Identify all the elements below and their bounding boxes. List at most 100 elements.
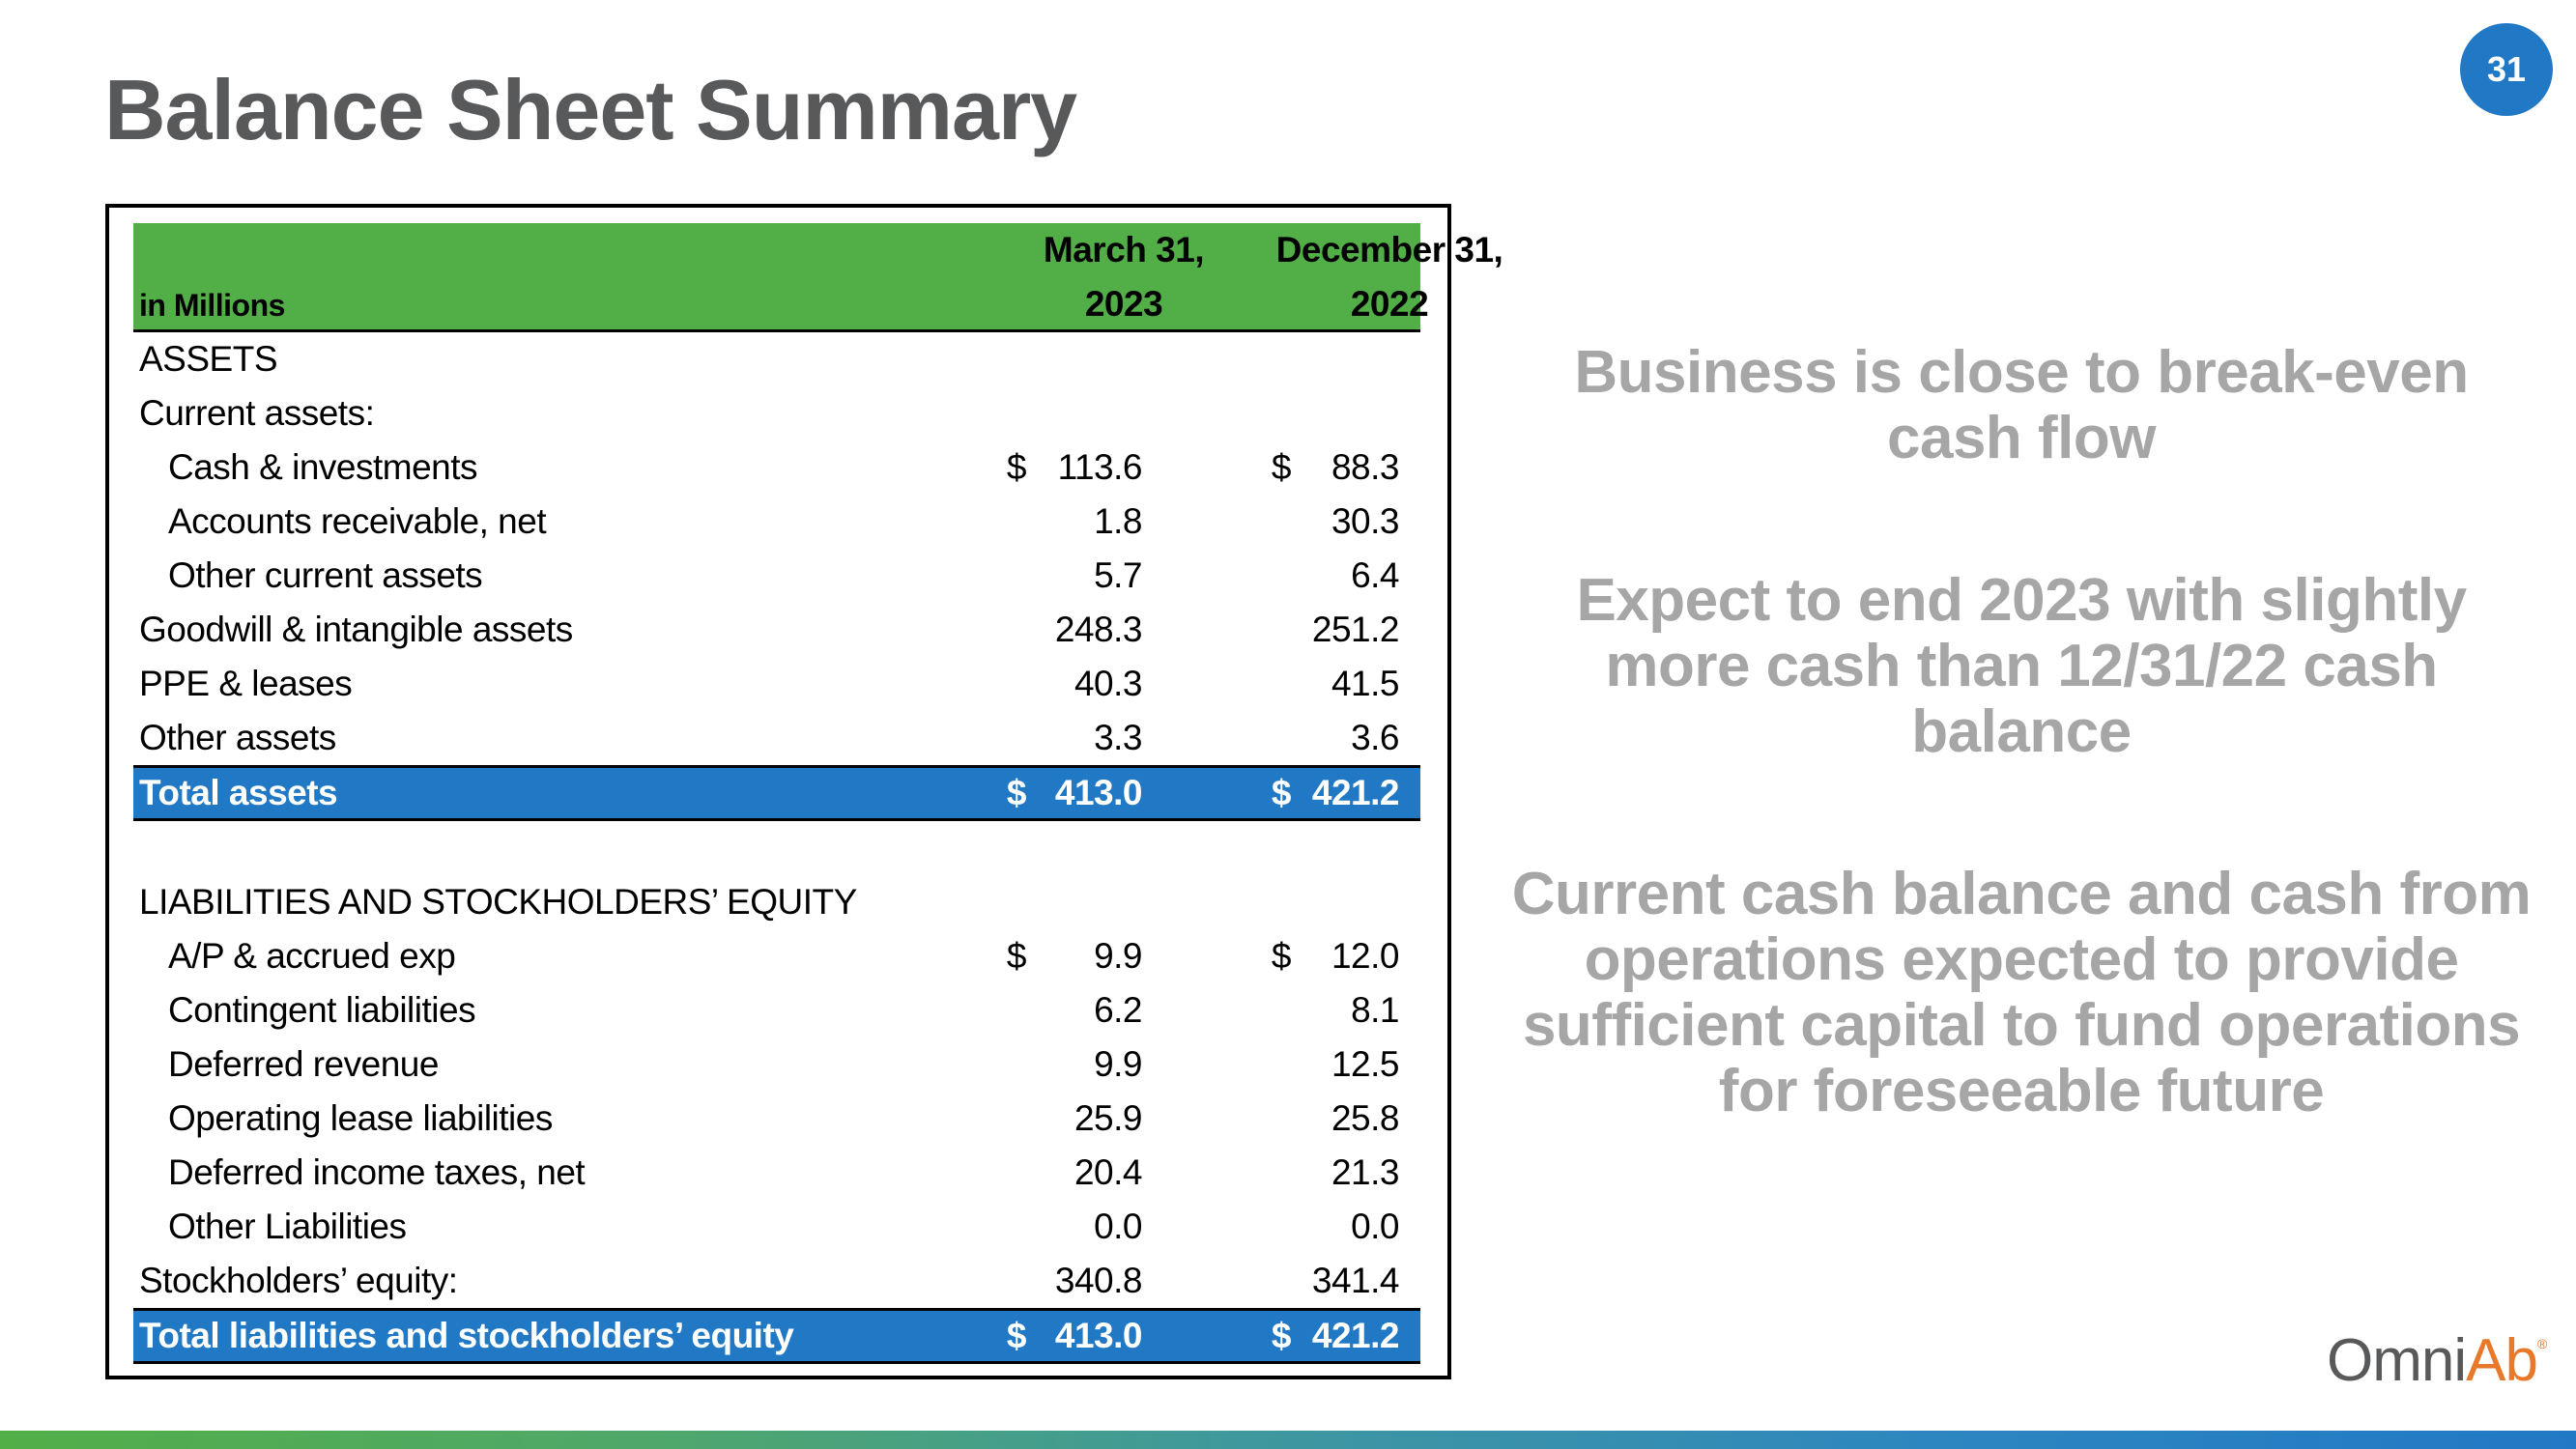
amount: 3.3 bbox=[1094, 718, 1142, 757]
value-march-2023: 40.3 bbox=[1073, 657, 1143, 711]
value-march-2023: 340.8 bbox=[1054, 1254, 1143, 1308]
column-header-line1: March 31, bbox=[1043, 230, 1205, 270]
value-march-2023: $113.6 bbox=[1007, 440, 1143, 495]
amount: 25.8 bbox=[1331, 1098, 1400, 1138]
amount: 6.4 bbox=[1351, 555, 1399, 595]
value-december-2022: 25.8 bbox=[1331, 1092, 1400, 1146]
amount: 40.3 bbox=[1073, 664, 1143, 703]
amount: 12.0 bbox=[1331, 936, 1400, 976]
row-label: Contingent liabilities bbox=[168, 990, 476, 1030]
table-row: Deferred revenue 9.9 12.5 bbox=[133, 1037, 1420, 1092]
table-row: Deferred income taxes, net 20.4 21.3 bbox=[133, 1146, 1420, 1200]
value-march-2023: 3.3 bbox=[1094, 711, 1142, 765]
table-row: Other current assets 5.7 6.4 bbox=[133, 549, 1420, 603]
table-row: Stockholders’ equity: 340.8 341.4 bbox=[133, 1254, 1420, 1308]
slide-title: Balance Sheet Summary bbox=[104, 62, 1077, 157]
amount: 30.3 bbox=[1331, 501, 1400, 541]
currency-symbol: $ bbox=[1006, 773, 1027, 812]
value-december-2022: 251.2 bbox=[1311, 603, 1400, 657]
row-label: Operating lease liabilities bbox=[168, 1098, 553, 1138]
amount: 248.3 bbox=[1054, 610, 1143, 649]
units-label: in Millions bbox=[139, 288, 285, 323]
amount: 21.3 bbox=[1331, 1152, 1400, 1192]
row-label: Total assets bbox=[139, 773, 338, 812]
table-row: Other Liabilities 0.0 0.0 bbox=[133, 1200, 1420, 1254]
value-march-2023: $413.0 bbox=[1007, 768, 1143, 818]
value-december-2022: $88.3 bbox=[1272, 440, 1400, 495]
key-point: Expect to end 2023 with slightly more ca… bbox=[1576, 567, 2467, 765]
page-number: 31 bbox=[2486, 49, 2527, 89]
value-march-2023: 0.0 bbox=[1094, 1200, 1142, 1254]
value-december-2022: 0.0 bbox=[1351, 1200, 1399, 1254]
footer-gradient-bar bbox=[0, 1431, 2576, 1449]
omniab-logo: OmniAb® bbox=[2327, 1331, 2547, 1391]
currency-symbol: $ bbox=[1006, 936, 1027, 976]
table-row: Goodwill & intangible assets 248.3 251.2 bbox=[133, 603, 1420, 657]
column-header-march-2023: March 31, 2023 bbox=[984, 223, 1264, 331]
currency-symbol: $ bbox=[1271, 447, 1292, 487]
logo-text-ab: Ab bbox=[2466, 1327, 2538, 1394]
amount: 6.2 bbox=[1094, 990, 1142, 1030]
section-header-row: LIABILITIES AND STOCKHOLDERS’ EQUITY bbox=[133, 875, 1420, 929]
value-december-2022: $421.2 bbox=[1272, 768, 1400, 818]
value-march-2023: 1.8 bbox=[1094, 495, 1142, 549]
amount: 251.2 bbox=[1311, 610, 1400, 649]
table-row: A/P & accrued exp $9.9 $12.0 bbox=[133, 929, 1420, 983]
currency-symbol: $ bbox=[1271, 1316, 1292, 1355]
column-header-line2: 2022 bbox=[1350, 284, 1429, 324]
table-row: Cash & investments $113.6 $88.3 bbox=[133, 440, 1420, 495]
key-point: Business is close to break-even cash flo… bbox=[1574, 339, 2469, 471]
row-label: PPE & leases bbox=[139, 664, 353, 703]
amount: 88.3 bbox=[1331, 447, 1400, 487]
total-row: Total liabilities and stockholders’ equi… bbox=[133, 1308, 1420, 1364]
row-label: Cash & investments bbox=[168, 447, 478, 487]
amount: 5.7 bbox=[1094, 555, 1142, 595]
column-header-line2: 2023 bbox=[1084, 284, 1163, 324]
amount: 0.0 bbox=[1094, 1207, 1142, 1246]
value-march-2023: 25.9 bbox=[1074, 1092, 1143, 1146]
amount: 421.2 bbox=[1311, 773, 1400, 812]
spacer-row bbox=[133, 821, 1420, 875]
currency-symbol: $ bbox=[1271, 936, 1292, 976]
amount: 421.2 bbox=[1311, 1316, 1400, 1355]
value-december-2022: 8.1 bbox=[1351, 983, 1399, 1037]
page-number-badge: 31 bbox=[2460, 23, 2553, 116]
column-header-line1: December 31, bbox=[1275, 230, 1503, 270]
row-label: Stockholders’ equity: bbox=[139, 1261, 458, 1300]
amount: 113.6 bbox=[1057, 447, 1143, 487]
amount: 341.4 bbox=[1311, 1261, 1400, 1300]
amount: 340.8 bbox=[1054, 1261, 1143, 1300]
amount: 20.4 bbox=[1073, 1152, 1143, 1192]
amount: 1.8 bbox=[1094, 501, 1142, 541]
row-label: Accounts receivable, net bbox=[168, 501, 547, 541]
amount: 41.5 bbox=[1331, 664, 1400, 703]
amount: 9.9 bbox=[1094, 936, 1142, 976]
row-label: ASSETS bbox=[139, 339, 278, 379]
row-label: Deferred revenue bbox=[168, 1044, 439, 1084]
currency-symbol: $ bbox=[1271, 773, 1292, 812]
value-march-2023: 5.7 bbox=[1094, 549, 1142, 603]
amount: 12.5 bbox=[1331, 1044, 1400, 1084]
table-row: Current assets: bbox=[133, 386, 1420, 440]
amount: 3.6 bbox=[1351, 718, 1399, 757]
total-row: Total assets $413.0 $421.2 bbox=[133, 765, 1420, 821]
row-label: Other assets bbox=[139, 718, 336, 757]
amount: 413.0 bbox=[1054, 1316, 1143, 1355]
logo-text-omni: Omni bbox=[2327, 1327, 2467, 1394]
table-row: Other assets 3.3 3.6 bbox=[133, 711, 1420, 765]
key-point: Current cash balance and cash from opera… bbox=[1511, 861, 2532, 1124]
row-label: A/P & accrued exp bbox=[168, 936, 456, 976]
currency-symbol: $ bbox=[1006, 447, 1027, 487]
table-row: PPE & leases 40.3 41.5 bbox=[133, 657, 1420, 711]
row-label: Deferred income taxes, net bbox=[168, 1152, 586, 1192]
row-label: Total liabilities and stockholders’ equi… bbox=[139, 1316, 794, 1355]
row-label: LIABILITIES AND STOCKHOLDERS’ EQUITY bbox=[139, 882, 857, 922]
value-december-2022: $12.0 bbox=[1272, 929, 1400, 983]
row-label: Other Liabilities bbox=[168, 1207, 407, 1246]
value-december-2022: 21.3 bbox=[1331, 1146, 1400, 1200]
key-points: Business is close to break-even cash flo… bbox=[1507, 340, 2535, 1221]
value-march-2023: 6.2 bbox=[1094, 983, 1142, 1037]
table-body: ASSETS Current assets: Cash & investments $… bbox=[133, 332, 1420, 1364]
value-december-2022: 30.3 bbox=[1331, 495, 1400, 549]
value-december-2022: 341.4 bbox=[1311, 1254, 1400, 1308]
